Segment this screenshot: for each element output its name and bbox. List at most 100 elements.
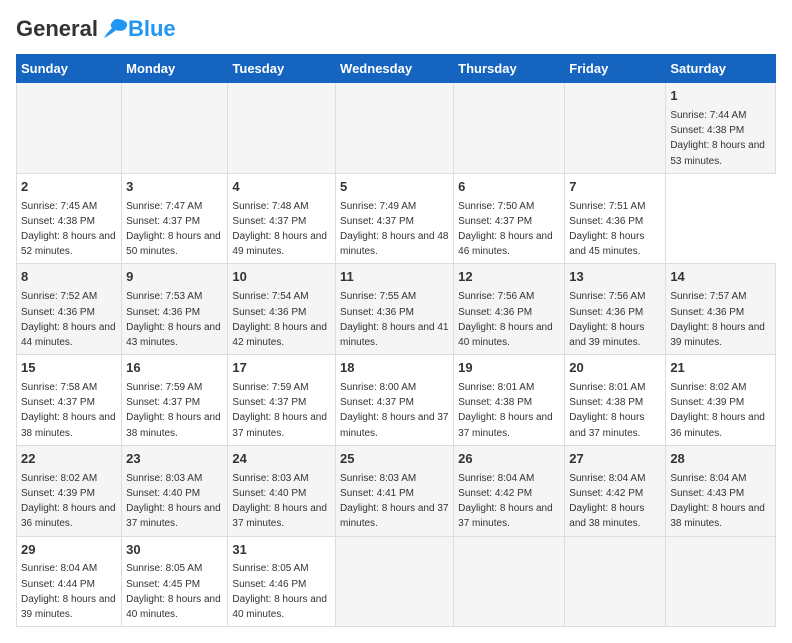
day-cell-25: 25 Sunrise: 8:03 AMSunset: 4:41 PMDaylig… xyxy=(336,445,454,536)
week-row-4: 15 Sunrise: 7:58 AMSunset: 4:37 PMDaylig… xyxy=(17,355,776,446)
day-cell-18: 18 Sunrise: 8:00 AMSunset: 4:37 PMDaylig… xyxy=(336,355,454,446)
empty-cell xyxy=(336,536,454,627)
day-number: 19 xyxy=(458,359,560,378)
day-header-wednesday: Wednesday xyxy=(336,55,454,83)
day-number: 24 xyxy=(232,450,331,469)
empty-cell xyxy=(228,83,336,174)
day-cell-3: 3 Sunrise: 7:47 AMSunset: 4:37 PMDayligh… xyxy=(122,173,228,264)
day-number: 28 xyxy=(670,450,771,469)
day-header-tuesday: Tuesday xyxy=(228,55,336,83)
day-cell-27: 27 Sunrise: 8:04 AMSunset: 4:42 PMDaylig… xyxy=(565,445,666,536)
empty-cell xyxy=(565,536,666,627)
day-cell-13: 13 Sunrise: 7:56 AMSunset: 4:36 PMDaylig… xyxy=(565,264,666,355)
day-number: 26 xyxy=(458,450,560,469)
day-number: 7 xyxy=(569,178,661,197)
day-cell-31: 31 Sunrise: 8:05 AMSunset: 4:46 PMDaylig… xyxy=(228,536,336,627)
day-number: 22 xyxy=(21,450,117,469)
day-number: 14 xyxy=(670,268,771,287)
empty-cell xyxy=(454,536,565,627)
day-info: Sunrise: 8:03 AMSunset: 4:40 PMDaylight:… xyxy=(126,473,221,530)
day-cell-5: 5 Sunrise: 7:49 AMSunset: 4:37 PMDayligh… xyxy=(336,173,454,264)
day-cell-30: 30 Sunrise: 8:05 AMSunset: 4:45 PMDaylig… xyxy=(122,536,228,627)
day-number: 21 xyxy=(670,359,771,378)
header-row: SundayMondayTuesdayWednesdayThursdayFrid… xyxy=(17,55,776,83)
day-cell-23: 23 Sunrise: 8:03 AMSunset: 4:40 PMDaylig… xyxy=(122,445,228,536)
day-number: 27 xyxy=(569,450,661,469)
day-info: Sunrise: 7:57 AMSunset: 4:36 PMDaylight:… xyxy=(670,291,765,348)
day-cell-14: 14 Sunrise: 7:57 AMSunset: 4:36 PMDaylig… xyxy=(666,264,776,355)
day-info: Sunrise: 8:03 AMSunset: 4:41 PMDaylight:… xyxy=(340,473,448,530)
week-row-6: 29 Sunrise: 8:04 AMSunset: 4:44 PMDaylig… xyxy=(17,536,776,627)
logo-blue: Blue xyxy=(128,16,176,42)
day-info: Sunrise: 7:59 AMSunset: 4:37 PMDaylight:… xyxy=(126,382,221,439)
day-header-monday: Monday xyxy=(122,55,228,83)
day-info: Sunrise: 7:49 AMSunset: 4:37 PMDaylight:… xyxy=(340,201,448,258)
day-info: Sunrise: 7:51 AMSunset: 4:36 PMDaylight:… xyxy=(569,201,645,258)
day-number: 23 xyxy=(126,450,223,469)
day-info: Sunrise: 7:56 AMSunset: 4:36 PMDaylight:… xyxy=(569,291,645,348)
day-info: Sunrise: 7:45 AMSunset: 4:38 PMDaylight:… xyxy=(21,201,116,258)
day-info: Sunrise: 8:02 AMSunset: 4:39 PMDaylight:… xyxy=(670,382,765,439)
day-info: Sunrise: 8:04 AMSunset: 4:42 PMDaylight:… xyxy=(458,473,553,530)
empty-cell xyxy=(454,83,565,174)
day-cell-19: 19 Sunrise: 8:01 AMSunset: 4:38 PMDaylig… xyxy=(454,355,565,446)
day-cell-4: 4 Sunrise: 7:48 AMSunset: 4:37 PMDayligh… xyxy=(228,173,336,264)
day-header-sunday: Sunday xyxy=(17,55,122,83)
day-number: 15 xyxy=(21,359,117,378)
week-row-2: 2 Sunrise: 7:45 AMSunset: 4:38 PMDayligh… xyxy=(17,173,776,264)
day-number: 31 xyxy=(232,541,331,560)
day-info: Sunrise: 7:53 AMSunset: 4:36 PMDaylight:… xyxy=(126,291,221,348)
day-info: Sunrise: 7:55 AMSunset: 4:36 PMDaylight:… xyxy=(340,291,448,348)
empty-cell xyxy=(122,83,228,174)
day-info: Sunrise: 7:44 AMSunset: 4:38 PMDaylight:… xyxy=(670,110,765,167)
day-info: Sunrise: 7:54 AMSunset: 4:36 PMDaylight:… xyxy=(232,291,327,348)
day-info: Sunrise: 8:04 AMSunset: 4:43 PMDaylight:… xyxy=(670,473,765,530)
day-cell-15: 15 Sunrise: 7:58 AMSunset: 4:37 PMDaylig… xyxy=(17,355,122,446)
day-number: 16 xyxy=(126,359,223,378)
day-number: 3 xyxy=(126,178,223,197)
day-header-thursday: Thursday xyxy=(454,55,565,83)
day-info: Sunrise: 8:01 AMSunset: 4:38 PMDaylight:… xyxy=(569,382,645,439)
week-row-5: 22 Sunrise: 8:02 AMSunset: 4:39 PMDaylig… xyxy=(17,445,776,536)
logo: General Blue xyxy=(16,16,176,42)
day-cell-2: 2 Sunrise: 7:45 AMSunset: 4:38 PMDayligh… xyxy=(17,173,122,264)
day-cell-11: 11 Sunrise: 7:55 AMSunset: 4:36 PMDaylig… xyxy=(336,264,454,355)
day-number: 9 xyxy=(126,268,223,287)
day-number: 17 xyxy=(232,359,331,378)
day-cell-17: 17 Sunrise: 7:59 AMSunset: 4:37 PMDaylig… xyxy=(228,355,336,446)
day-cell-29: 29 Sunrise: 8:04 AMSunset: 4:44 PMDaylig… xyxy=(17,536,122,627)
day-number: 8 xyxy=(21,268,117,287)
day-number: 4 xyxy=(232,178,331,197)
day-info: Sunrise: 7:50 AMSunset: 4:37 PMDaylight:… xyxy=(458,201,553,258)
empty-cell xyxy=(17,83,122,174)
day-cell-24: 24 Sunrise: 8:03 AMSunset: 4:40 PMDaylig… xyxy=(228,445,336,536)
day-header-saturday: Saturday xyxy=(666,55,776,83)
day-info: Sunrise: 7:56 AMSunset: 4:36 PMDaylight:… xyxy=(458,291,553,348)
day-cell-10: 10 Sunrise: 7:54 AMSunset: 4:36 PMDaylig… xyxy=(228,264,336,355)
empty-cell xyxy=(336,83,454,174)
logo-bird-icon xyxy=(100,18,128,40)
day-number: 11 xyxy=(340,268,449,287)
day-cell-6: 6 Sunrise: 7:50 AMSunset: 4:37 PMDayligh… xyxy=(454,173,565,264)
day-cell-16: 16 Sunrise: 7:59 AMSunset: 4:37 PMDaylig… xyxy=(122,355,228,446)
day-cell-21: 21 Sunrise: 8:02 AMSunset: 4:39 PMDaylig… xyxy=(666,355,776,446)
day-header-friday: Friday xyxy=(565,55,666,83)
day-cell-7: 7 Sunrise: 7:51 AMSunset: 4:36 PMDayligh… xyxy=(565,173,666,264)
day-info: Sunrise: 7:48 AMSunset: 4:37 PMDaylight:… xyxy=(232,201,327,258)
day-number: 20 xyxy=(569,359,661,378)
day-number: 13 xyxy=(569,268,661,287)
day-cell-1: 1 Sunrise: 7:44 AMSunset: 4:38 PMDayligh… xyxy=(666,83,776,174)
day-number: 1 xyxy=(670,87,771,106)
day-number: 5 xyxy=(340,178,449,197)
day-cell-12: 12 Sunrise: 7:56 AMSunset: 4:36 PMDaylig… xyxy=(454,264,565,355)
empty-cell xyxy=(565,83,666,174)
logo-text: General Blue xyxy=(16,16,176,42)
logo-general: General xyxy=(16,16,98,42)
day-info: Sunrise: 7:58 AMSunset: 4:37 PMDaylight:… xyxy=(21,382,116,439)
day-number: 29 xyxy=(21,541,117,560)
day-info: Sunrise: 8:03 AMSunset: 4:40 PMDaylight:… xyxy=(232,473,327,530)
day-cell-8: 8 Sunrise: 7:52 AMSunset: 4:36 PMDayligh… xyxy=(17,264,122,355)
page-header: General Blue xyxy=(16,16,776,42)
day-info: Sunrise: 7:47 AMSunset: 4:37 PMDaylight:… xyxy=(126,201,221,258)
day-info: Sunrise: 7:59 AMSunset: 4:37 PMDaylight:… xyxy=(232,382,327,439)
